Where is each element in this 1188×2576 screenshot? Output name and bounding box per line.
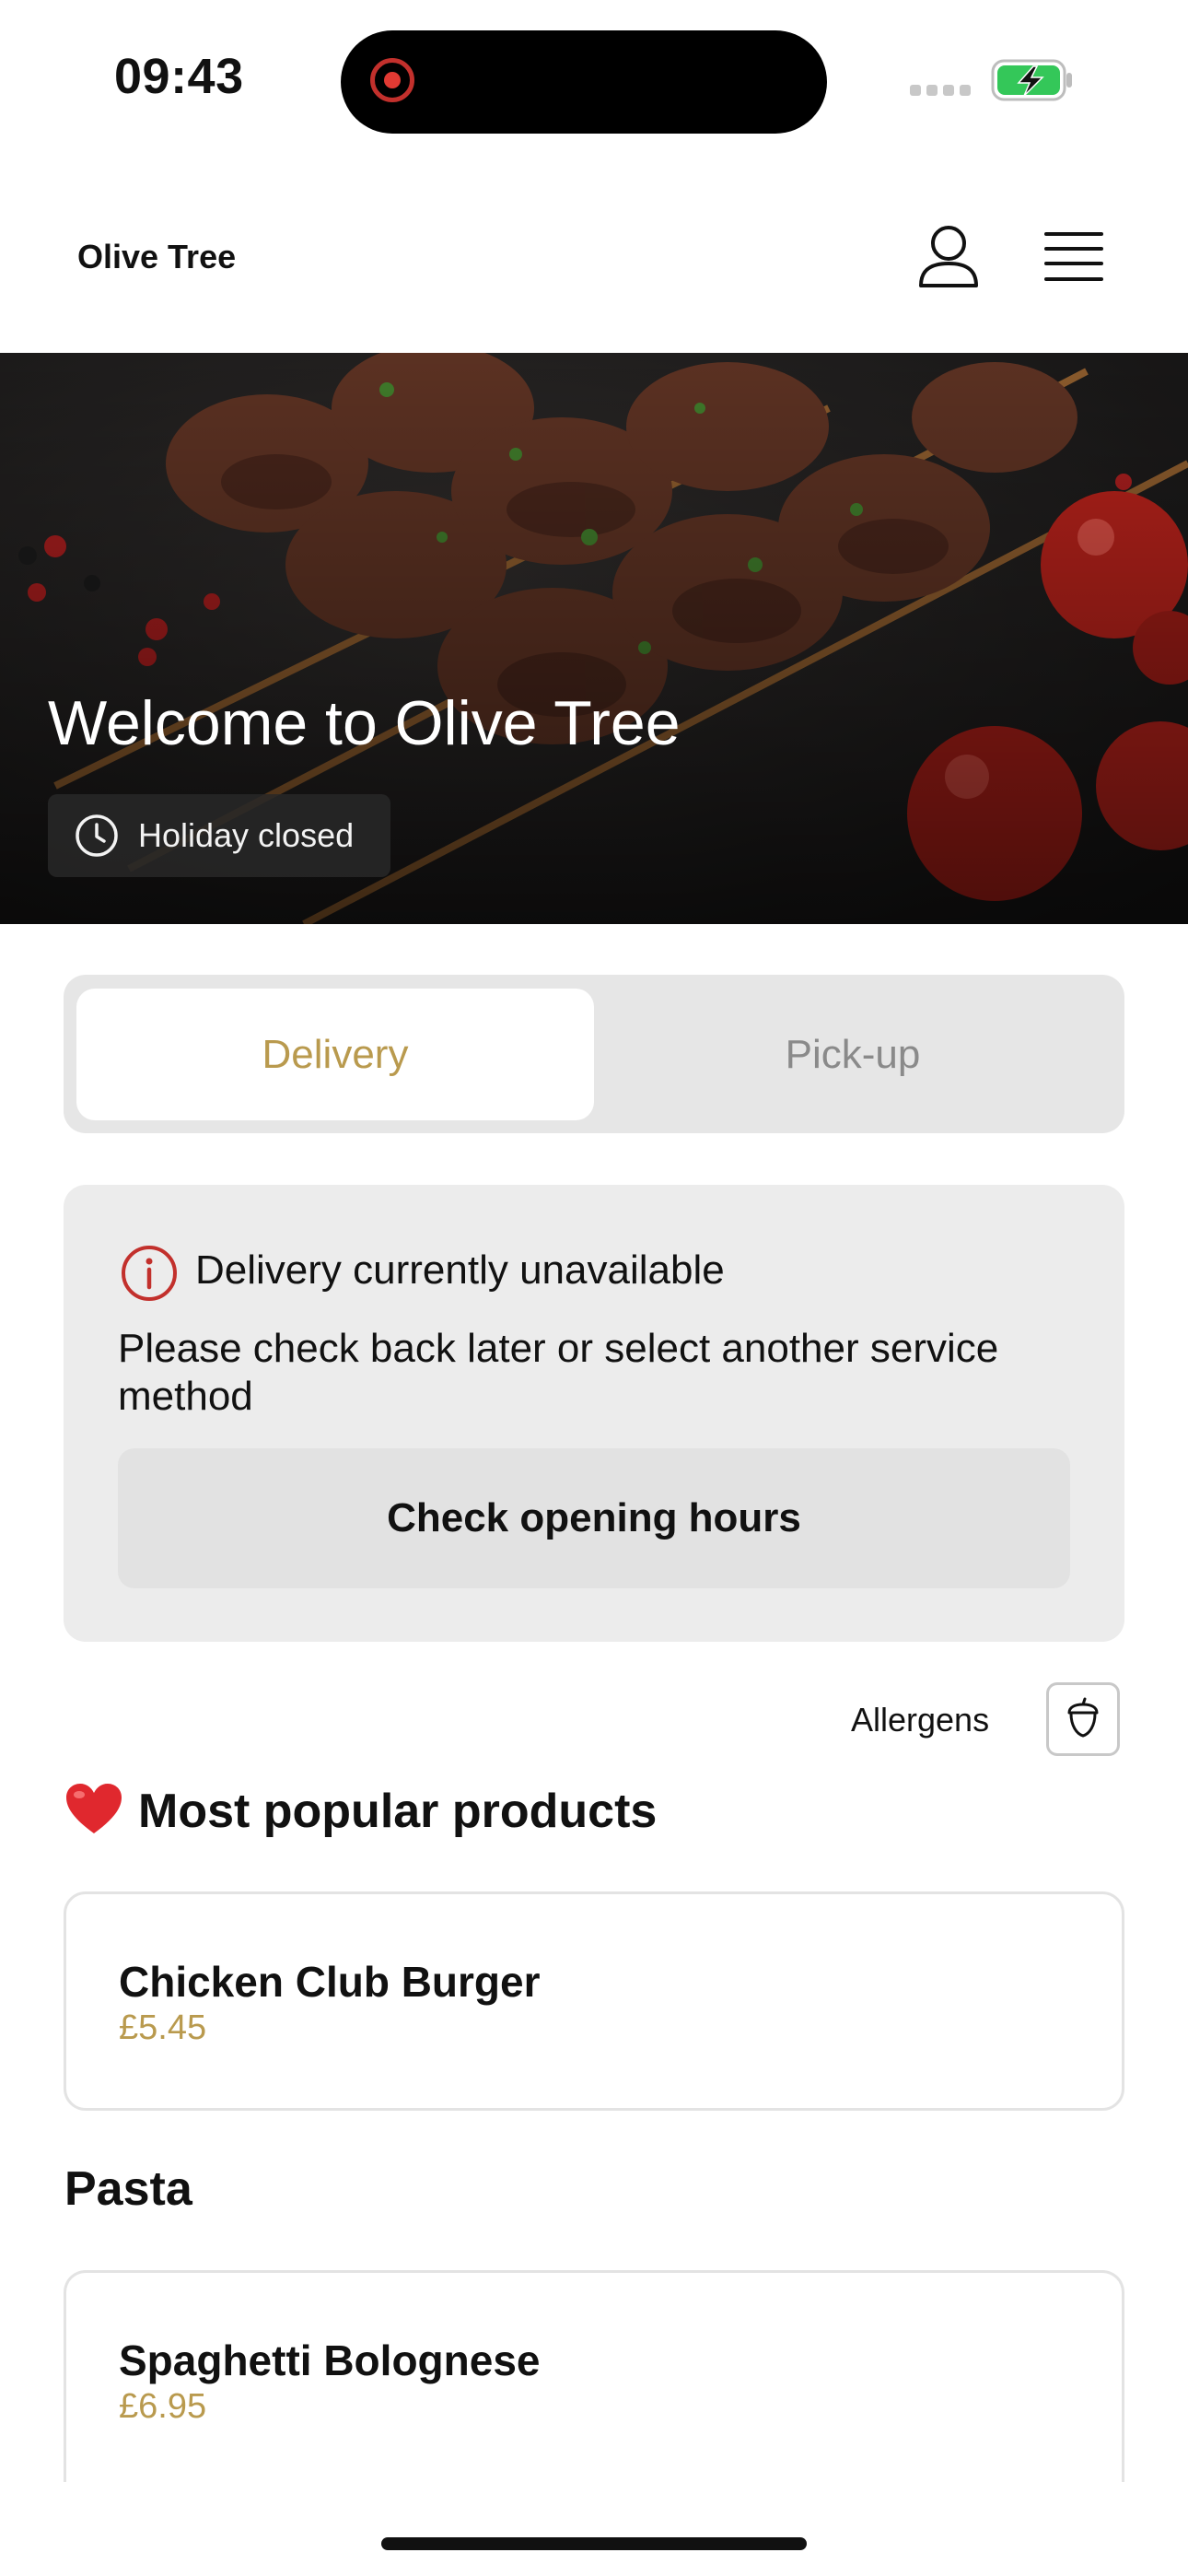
product-card[interactable]: Spaghetti Bolognese £6.95 (64, 2270, 1124, 2491)
tab-pickup[interactable]: Pick-up (594, 989, 1112, 1120)
tab-delivery[interactable]: Delivery (76, 989, 594, 1120)
brand-title[interactable]: Olive Tree (77, 238, 236, 276)
user-icon[interactable] (917, 225, 980, 289)
acorn-icon (1067, 1697, 1099, 1738)
section-title-pasta: Pasta (64, 2162, 192, 2216)
product-name: Chicken Club Burger (119, 1958, 541, 2006)
recording-indicator-icon (370, 58, 414, 102)
notice-body: Please check back later or select anothe… (118, 1326, 999, 1419)
clock-icon (76, 814, 118, 857)
section-title-popular: Most popular products (138, 1785, 658, 1838)
battery-charging-icon (991, 59, 1072, 101)
product-name: Spaghetti Bolognese (119, 2336, 541, 2384)
product-card[interactable]: Chicken Club Burger £5.45 (64, 1891, 1124, 2111)
home-indicator[interactable] (381, 2537, 807, 2550)
heart-icon (66, 1784, 122, 1833)
status-time: 09:43 (114, 49, 244, 104)
menu-icon[interactable] (1044, 230, 1103, 284)
allergens-button[interactable] (1046, 1682, 1120, 1756)
notice-title: Delivery currently unavailable (195, 1247, 725, 1293)
status-badge-label: Holiday closed (138, 816, 355, 854)
signal-icon (910, 85, 971, 96)
bottom-safe-area (0, 2482, 1188, 2576)
allergens-label[interactable]: Allergens (851, 1701, 989, 1739)
check-opening-hours-button[interactable]: Check opening hours (118, 1448, 1070, 1588)
product-price: £5.45 (119, 2008, 207, 2047)
product-price: £6.95 (119, 2387, 207, 2426)
hero-title: Welcome to Olive Tree (48, 688, 681, 758)
info-alert-icon (122, 1246, 177, 1301)
